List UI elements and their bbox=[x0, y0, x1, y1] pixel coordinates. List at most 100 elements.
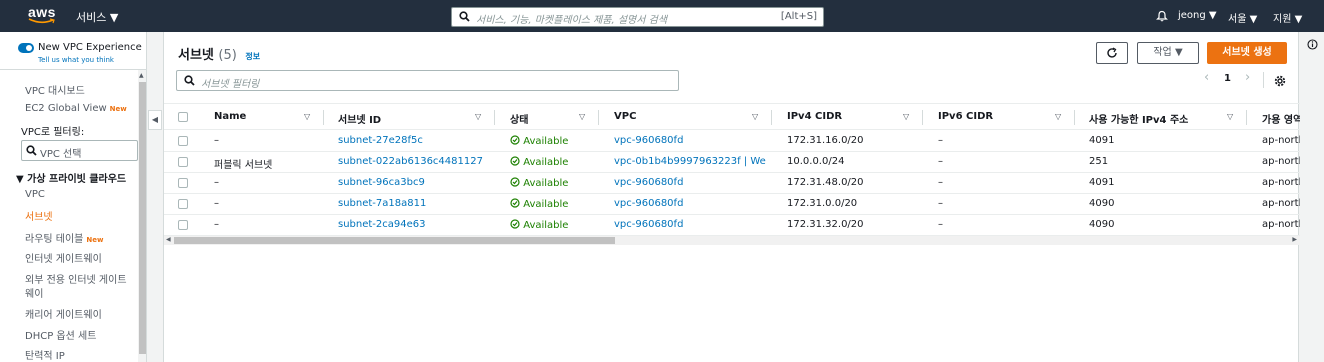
sidebar-section-vpc[interactable]: ▼ 가상 프라이빗 클라우드 bbox=[16, 170, 126, 185]
bell-icon[interactable] bbox=[1156, 10, 1168, 22]
sort-icon[interactable]: ▽ bbox=[1055, 112, 1061, 121]
cell-az: ap-northeast bbox=[1262, 177, 1300, 188]
sort-icon[interactable]: ▽ bbox=[475, 112, 481, 121]
table-horizontal-scrollbar[interactable]: ◀ ▶ bbox=[164, 236, 1300, 245]
sort-icon[interactable]: ▽ bbox=[579, 112, 585, 121]
row-checkbox[interactable] bbox=[178, 136, 188, 146]
sort-icon[interactable]: ▽ bbox=[752, 112, 758, 121]
vpc-filter-label: VPC로 필터링: bbox=[21, 127, 85, 138]
table-row[interactable]: – subnet-96ca3bc9 Available vpc-960680fd… bbox=[164, 173, 1300, 194]
state-text: Available bbox=[523, 220, 569, 231]
sidebar-item-vpc-dashboard[interactable]: VPC 대시보드 bbox=[25, 82, 85, 97]
new-badge: New bbox=[86, 236, 104, 244]
col-ipv4-cidr[interactable]: IPv4 CIDR bbox=[787, 111, 842, 122]
sidebar-item-dhcp-options[interactable]: DHCP 옵션 세트 bbox=[25, 327, 96, 342]
cell-ipv6-cidr: – bbox=[938, 177, 943, 188]
feedback-link[interactable]: Tell us what you think bbox=[38, 56, 114, 64]
actions-button[interactable]: 작업 ▼ bbox=[1137, 42, 1199, 64]
cell-vpc[interactable]: vpc-960680fd bbox=[614, 177, 764, 188]
support-menu[interactable]: 지원 ▼ bbox=[1273, 10, 1302, 25]
sidebar-item-egress-only-igw-cont[interactable]: 웨이 bbox=[25, 285, 43, 300]
refresh-button[interactable] bbox=[1096, 42, 1128, 64]
sort-icon[interactable]: ▽ bbox=[304, 112, 310, 121]
cell-subnet-id[interactable]: subnet-27e28f5c bbox=[338, 135, 423, 146]
cell-vpc[interactable]: vpc-960680fd bbox=[614, 135, 764, 146]
sidebar-scroll-thumb[interactable] bbox=[139, 82, 146, 354]
cell-ipv4-cidr: 10.0.0.0/24 bbox=[787, 156, 845, 167]
subnet-count: (5) bbox=[218, 48, 237, 63]
column-divider[interactable] bbox=[922, 110, 923, 125]
sort-icon[interactable]: ▽ bbox=[1227, 112, 1233, 121]
prev-page-button[interactable]: ‹ bbox=[1204, 70, 1209, 85]
new-vpc-toggle[interactable] bbox=[18, 43, 34, 53]
services-menu[interactable]: 서비스 ▼ bbox=[76, 9, 118, 25]
cell-available-ipv4: 4090 bbox=[1089, 219, 1115, 230]
gear-icon[interactable] bbox=[1274, 75, 1286, 87]
cell-available-ipv4: 251 bbox=[1089, 156, 1109, 167]
left-sidebar: New VPC Experience Tell us what you thin… bbox=[0, 32, 147, 362]
user-menu[interactable]: jeong ▼ bbox=[1178, 10, 1217, 21]
sidebar-item-carrier-gateways[interactable]: 캐리어 게이트웨이 bbox=[25, 306, 102, 321]
column-divider[interactable] bbox=[771, 110, 772, 125]
vpc-filter-select[interactable]: VPC 선택 bbox=[21, 140, 138, 161]
cell-subnet-id[interactable]: subnet-022ab6136c4481127 bbox=[338, 156, 483, 167]
sidebar-item-egress-only-igw[interactable]: 외부 전용 인터넷 게이트 bbox=[25, 271, 127, 286]
global-search-input[interactable]: 서비스, 기능, 마켓플레이스 제품, 설명서 검색 [Alt+S] bbox=[451, 7, 824, 27]
col-name[interactable]: Name bbox=[214, 111, 246, 122]
column-divider[interactable] bbox=[1246, 110, 1247, 125]
sidebar-item-internet-gateways[interactable]: 인터넷 게이트웨이 bbox=[25, 250, 102, 265]
column-divider[interactable] bbox=[598, 110, 599, 125]
cell-name: – bbox=[214, 135, 219, 146]
table-row[interactable]: – subnet-7a18a811 Available vpc-960680fd… bbox=[164, 194, 1300, 215]
col-subnet-id[interactable]: 서브넷 ID bbox=[338, 111, 381, 126]
horizontal-scroll-thumb[interactable] bbox=[174, 237, 615, 244]
cell-vpc[interactable]: vpc-960680fd bbox=[614, 198, 764, 209]
region-menu[interactable]: 서울 ▼ bbox=[1228, 10, 1257, 25]
row-checkbox[interactable] bbox=[178, 220, 188, 230]
table-row[interactable]: 퍼블릭 서브넷 subnet-022ab6136c4481127 Availab… bbox=[164, 152, 1300, 173]
cell-vpc[interactable]: vpc-0b1b4b9997963223f | We... bbox=[614, 156, 766, 167]
row-checkbox[interactable] bbox=[178, 178, 188, 188]
row-checkbox[interactable] bbox=[178, 157, 188, 167]
col-availability-zone[interactable]: 가용 영역 bbox=[1262, 111, 1300, 126]
cell-subnet-id[interactable]: subnet-2ca94e63 bbox=[338, 219, 426, 230]
search-icon bbox=[459, 11, 470, 22]
sidebar-item-ec2-global-view[interactable]: EC2 Global View New bbox=[25, 103, 127, 114]
cell-vpc[interactable]: vpc-960680fd bbox=[614, 219, 764, 230]
row-checkbox[interactable] bbox=[178, 199, 188, 209]
select-all-checkbox[interactable] bbox=[178, 112, 188, 122]
route-tables-label: 라우팅 테이블 bbox=[25, 234, 84, 245]
col-vpc[interactable]: VPC bbox=[614, 111, 636, 122]
cell-subnet-id[interactable]: subnet-7a18a811 bbox=[338, 198, 426, 209]
page-number[interactable]: 1 bbox=[1224, 73, 1231, 84]
cell-subnet-id[interactable]: subnet-96ca3bc9 bbox=[338, 177, 425, 188]
info-icon[interactable] bbox=[1307, 39, 1318, 50]
col-ipv6-cidr[interactable]: IPv6 CIDR bbox=[938, 111, 993, 122]
column-divider[interactable] bbox=[323, 110, 324, 125]
scroll-left-arrow[interactable]: ◀ bbox=[166, 236, 171, 243]
aws-logo[interactable]: aws bbox=[28, 5, 58, 27]
subnet-filter-input[interactable]: 서브넷 필터링 bbox=[176, 70, 679, 91]
sidebar-item-elastic-ip[interactable]: 탄력적 IP bbox=[25, 347, 65, 362]
sidebar-scrollbar[interactable]: ▲ bbox=[138, 70, 146, 362]
column-divider[interactable] bbox=[1074, 110, 1075, 125]
table-header: Name ▽ 서브넷 ID ▽ 상태 ▽ VPC ▽ IPv4 CIDR ▽ I… bbox=[164, 103, 1300, 130]
info-link[interactable]: 정보 bbox=[245, 52, 260, 61]
ec2-global-label: EC2 Global View bbox=[25, 103, 107, 114]
col-available-ipv4[interactable]: 사용 가능한 IPv4 주소 bbox=[1089, 111, 1188, 126]
sort-icon[interactable]: ▽ bbox=[903, 112, 909, 121]
sidebar-item-subnets[interactable]: 서브넷 bbox=[25, 208, 53, 223]
create-subnet-button[interactable]: 서브넷 생성 bbox=[1207, 42, 1287, 64]
cell-ipv6-cidr: – bbox=[938, 198, 943, 209]
table-row[interactable]: – subnet-27e28f5c Available vpc-960680fd… bbox=[164, 131, 1300, 152]
sidebar-collapse-button[interactable]: ◀ bbox=[148, 110, 162, 130]
column-divider[interactable] bbox=[494, 110, 495, 125]
next-page-button[interactable]: › bbox=[1245, 70, 1250, 85]
scroll-right-arrow[interactable]: ▶ bbox=[1292, 236, 1297, 243]
col-state[interactable]: 상태 bbox=[510, 111, 528, 126]
scroll-up-arrow[interactable]: ▲ bbox=[139, 72, 144, 79]
state-text: Available bbox=[523, 199, 569, 210]
sidebar-item-route-tables[interactable]: 라우팅 테이블 New bbox=[25, 230, 103, 245]
sidebar-item-vpc[interactable]: VPC bbox=[25, 189, 45, 200]
table-row[interactable]: – subnet-2ca94e63 Available vpc-960680fd… bbox=[164, 215, 1300, 236]
